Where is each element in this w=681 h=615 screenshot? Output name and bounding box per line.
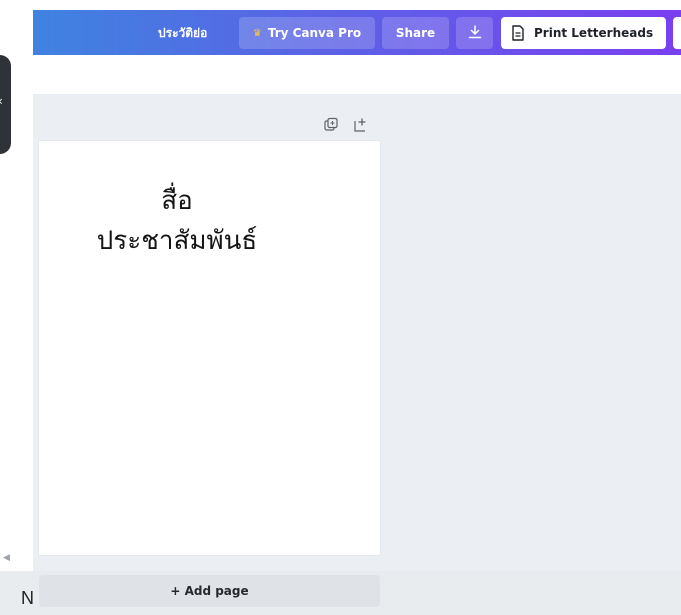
context-toolbar <box>33 55 681 94</box>
add-page-icon[interactable] <box>353 117 369 133</box>
share-button[interactable]: Share <box>382 17 449 49</box>
scroll-left-arrow-icon[interactable]: ◀ <box>3 553 10 563</box>
panel-collapse-handle[interactable]: ‹ <box>0 55 11 154</box>
try-canva-pro-label: Try Canva Pro <box>267 26 362 40</box>
top-strip <box>33 0 681 10</box>
try-canva-pro-button[interactable]: ♛ Try Canva Pro <box>239 17 375 49</box>
print-letterheads-label: Print Letterheads <box>534 26 654 40</box>
download-button[interactable] <box>456 17 493 49</box>
print-letterheads-button[interactable]: Print Letterheads <box>501 17 666 49</box>
share-label: Share <box>395 26 436 40</box>
download-icon <box>468 24 482 42</box>
toolbar-overflow-button[interactable] <box>673 17 681 49</box>
document-title[interactable]: ประวัติย่อ <box>158 24 207 43</box>
page-text-line-1: สื่อ <box>161 186 193 216</box>
editor-toolbar: ประวัติย่อ ♛ Try Canva Pro Share Print L… <box>33 10 681 55</box>
left-panel-strip: ‹ ◀ <box>0 0 33 615</box>
duplicate-page-icon[interactable] <box>323 117 339 133</box>
page-text-box[interactable]: สื่อ ประชาสัมพันธ์ <box>39 181 315 261</box>
page-text-line-2: ประชาสัมพันธ์ <box>96 226 258 256</box>
add-page-button[interactable]: + Add page <box>39 575 380 607</box>
chevron-left-icon: ‹ <box>0 95 3 107</box>
crown-icon: ♛ <box>252 27 262 39</box>
design-page[interactable]: สื่อ ประชาสัมพันธ์ <box>39 141 380 555</box>
document-icon <box>511 25 525 41</box>
page-actions <box>323 117 369 133</box>
bottom-panel-label: N <box>21 588 34 608</box>
